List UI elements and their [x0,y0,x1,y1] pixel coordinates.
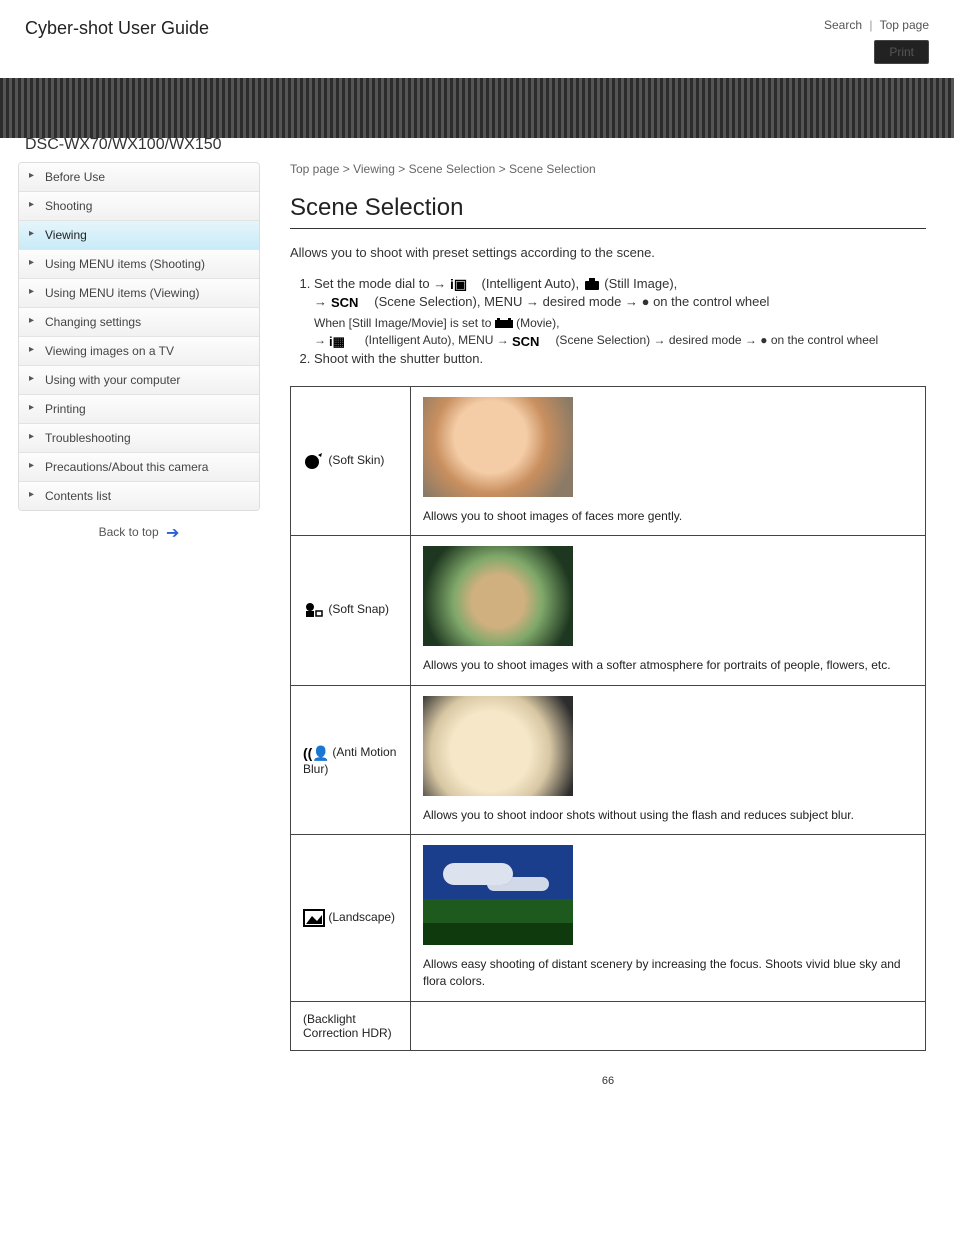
table-row: (Soft Skin) Allows you to shoot images o… [291,386,926,535]
intelligent-auto-movie-icon: i▦ [329,334,361,348]
modes-table: (Soft Skin) Allows you to shoot images o… [290,386,926,1051]
print-button[interactable]: Print [874,40,929,64]
landscape-icon [303,909,325,927]
sidebar-item-shooting[interactable]: Shooting [19,192,259,220]
mode-label: (Soft Skin) [328,453,384,467]
mode-label: (Backlight Correction HDR) [303,1012,392,1040]
arrow-right-icon: ➔ [166,525,179,542]
alt4: desired mode [669,333,745,347]
breadcrumb-sub[interactable]: Scene Selection [409,162,496,176]
table-row: (Backlight Correction HDR) [291,1001,926,1050]
mode-desc: Allows you to shoot indoor shots without… [423,807,913,824]
sidebar-item-troubleshooting[interactable]: Troubleshooting [19,424,259,452]
table-row: (Soft Snap) Allows you to shoot images w… [291,536,926,685]
sample-image [423,397,573,497]
sidebar-item-viewing[interactable]: Viewing [19,221,259,249]
svg-text:SCN: SCN [512,334,539,348]
movie-icon [495,318,513,330]
step1-ia: (Intelligent Auto), [482,276,583,291]
sidebar-item-printing[interactable]: Printing [19,395,259,423]
sidebar-item-contents[interactable]: Contents list [19,482,259,510]
sidebar-item-menu-shooting[interactable]: Using MENU items (Shooting) [19,250,259,278]
alt2: (Intelligent Auto), MENU [365,333,497,347]
sidebar-item-tv[interactable]: Viewing images on a TV [19,337,259,365]
page-title: Scene Selection [290,194,926,222]
back-to-top-link[interactable]: Back to top ➔ [99,525,180,539]
mode-label: (Landscape) [328,910,395,924]
svg-text:i▦: i▦ [329,334,345,348]
intro-text: Allows you to shoot with preset settings… [290,243,926,263]
step1-still: (Still Image), [604,276,677,291]
top-page-link[interactable]: Top page [880,18,929,32]
step1-center: on the control wheel [653,294,769,309]
sidebar-item-precautions[interactable]: Precautions/About this camera [19,453,259,481]
mode-desc: Allows you to shoot images of faces more… [423,508,913,525]
step1-prefix: Set the mode dial to [314,276,433,291]
breadcrumb: Top page > Viewing > Scene Selection > S… [290,162,926,176]
step1-scn: (Scene Selection), MENU [374,294,526,309]
mode-desc: Allows easy shooting of distant scenery … [423,956,913,991]
svg-text:i▣: i▣ [450,276,467,292]
svg-text:SCN: SCN [331,295,358,309]
alt1b: (Movie), [516,316,559,330]
step-2: Shoot with the shutter button. [314,350,926,368]
back-to-top-label: Back to top [99,525,159,539]
scn-icon-2: SCN [512,334,552,348]
decorative-bars [0,78,954,138]
divider [290,228,926,229]
camera-icon [583,277,601,291]
search-link[interactable]: Search [824,18,862,32]
step1-alt: When [Still Image/Movie] is set to (Movi… [314,315,926,350]
intelligent-auto-icon: i▣ [450,276,478,292]
main-content: Top page > Viewing > Scene Selection > S… [260,162,936,1087]
page-number: 66 [290,1075,926,1087]
mode-label: (Soft Snap) [328,603,389,617]
sample-image [423,845,573,945]
table-row: (Landscape) Allows easy shooting of dist… [291,835,926,1002]
breadcrumb-top[interactable]: Top page [290,162,339,176]
header-links: Search | Top page Print [824,18,929,64]
sample-image [423,696,573,796]
sidebar-item-before-use[interactable]: Before Use [19,163,259,191]
breadcrumb-cat[interactable]: Viewing [353,162,395,176]
step-1: Set the mode dial to → i▣ (Intelligent A… [314,275,926,311]
alt3: (Scene Selection) [555,333,653,347]
sidebar: Before Use Shooting Viewing Using MENU i… [18,162,260,1087]
soft-skin-icon [303,451,325,471]
sidebar-menu: Before Use Shooting Viewing Using MENU i… [18,162,260,511]
table-row: ((👤)) (Anti Motion Blur) Allows you to s… [291,685,926,834]
sidebar-item-menu-viewing[interactable]: Using MENU items (Viewing) [19,279,259,307]
scn-icon: SCN [331,295,371,309]
mode-desc: Allows you to shoot images with a softer… [423,657,913,674]
sidebar-item-computer[interactable]: Using with your computer [19,366,259,394]
svg-text:((👤)): ((👤)) [303,745,329,762]
alt5: on the control wheel [771,333,878,347]
sample-image [423,546,573,646]
step1-desired: desired mode [543,294,625,309]
soft-snap-icon [303,601,325,619]
steps: Set the mode dial to → i▣ (Intelligent A… [290,275,926,368]
breadcrumb-leaf: Scene Selection [509,162,596,176]
sidebar-item-settings[interactable]: Changing settings [19,308,259,336]
alt1a: When [Still Image/Movie] is set to [314,316,495,330]
anti-blur-icon: ((👤)) [303,744,329,762]
guide-title: Cyber-shot User Guide [25,18,209,39]
